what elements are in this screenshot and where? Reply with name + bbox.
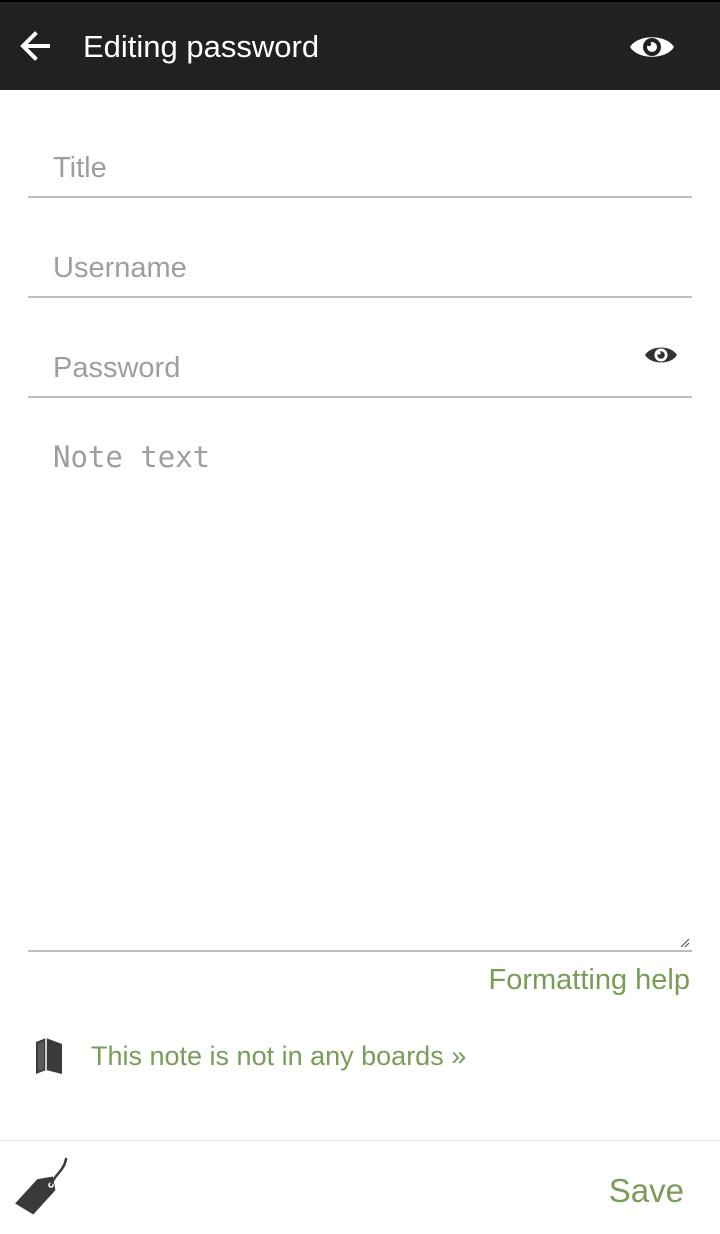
arrow-left-icon [20, 31, 50, 61]
username-field-container [28, 198, 692, 298]
tag-icon [15, 1157, 68, 1215]
toggle-visibility-button[interactable] [628, 30, 676, 64]
eye-icon [630, 37, 674, 57]
title-field-container [28, 98, 692, 198]
title-input[interactable] [53, 146, 613, 190]
boards-link[interactable]: This note is not in any boards » [91, 1038, 466, 1074]
show-password-toggle[interactable] [644, 342, 678, 368]
password-field-container [28, 298, 692, 398]
top-app-bar: Editing password [0, 0, 720, 90]
password-input[interactable] [53, 346, 613, 390]
app-root: Editing password Title Username Note tex… [0, 0, 720, 1234]
page-title: Editing password [83, 29, 320, 64]
eye-icon [645, 347, 677, 363]
save-button[interactable]: Save [609, 1171, 684, 1211]
note-textarea[interactable] [28, 398, 692, 950]
note-field-container [28, 398, 692, 952]
book-icon [32, 1036, 66, 1076]
bottom-bar: Save [0, 1140, 720, 1234]
username-input[interactable] [53, 246, 613, 290]
back-button[interactable] [14, 24, 58, 68]
resize-handle-icon[interactable] [678, 936, 690, 948]
boards-row: This note is not in any boards » [32, 1034, 692, 1078]
formatting-help-link[interactable]: Formatting help [489, 962, 691, 998]
tag-button[interactable] [10, 1155, 72, 1215]
